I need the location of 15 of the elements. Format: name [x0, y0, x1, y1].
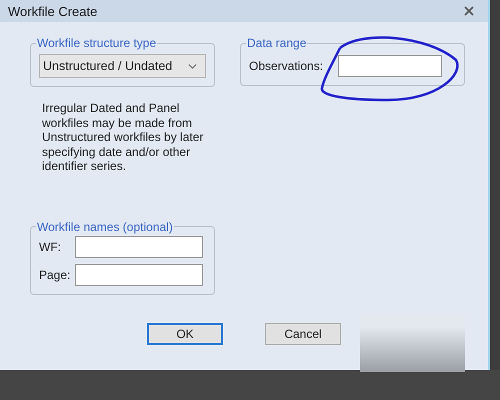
group-label: Workfile structure type [36, 36, 158, 50]
name-input-field[interactable] [75, 236, 203, 258]
group-label: Data range [246, 36, 308, 50]
observations-input-field[interactable] [338, 55, 442, 77]
cancel-button[interactable]: Cancel [265, 322, 341, 344]
structure-dropdown[interactable]: Unstructured / Undated [39, 54, 206, 78]
field-label: Observations: [249, 59, 324, 73]
description-text: Irregular Dated and Panel workfiles may be made from Unstructured workfiles by later specifying date and/or other identifier series. [42, 101, 204, 174]
group-label: Workfile names (optional) [36, 220, 174, 234]
name-input-field[interactable] [75, 264, 203, 286]
field-label: Page: [39, 268, 72, 282]
window-title: Workfile Create [8, 4, 98, 18]
close-icon[interactable] [462, 4, 476, 18]
field-label: WF: [39, 240, 62, 254]
ok-button[interactable]: OK [147, 322, 223, 344]
